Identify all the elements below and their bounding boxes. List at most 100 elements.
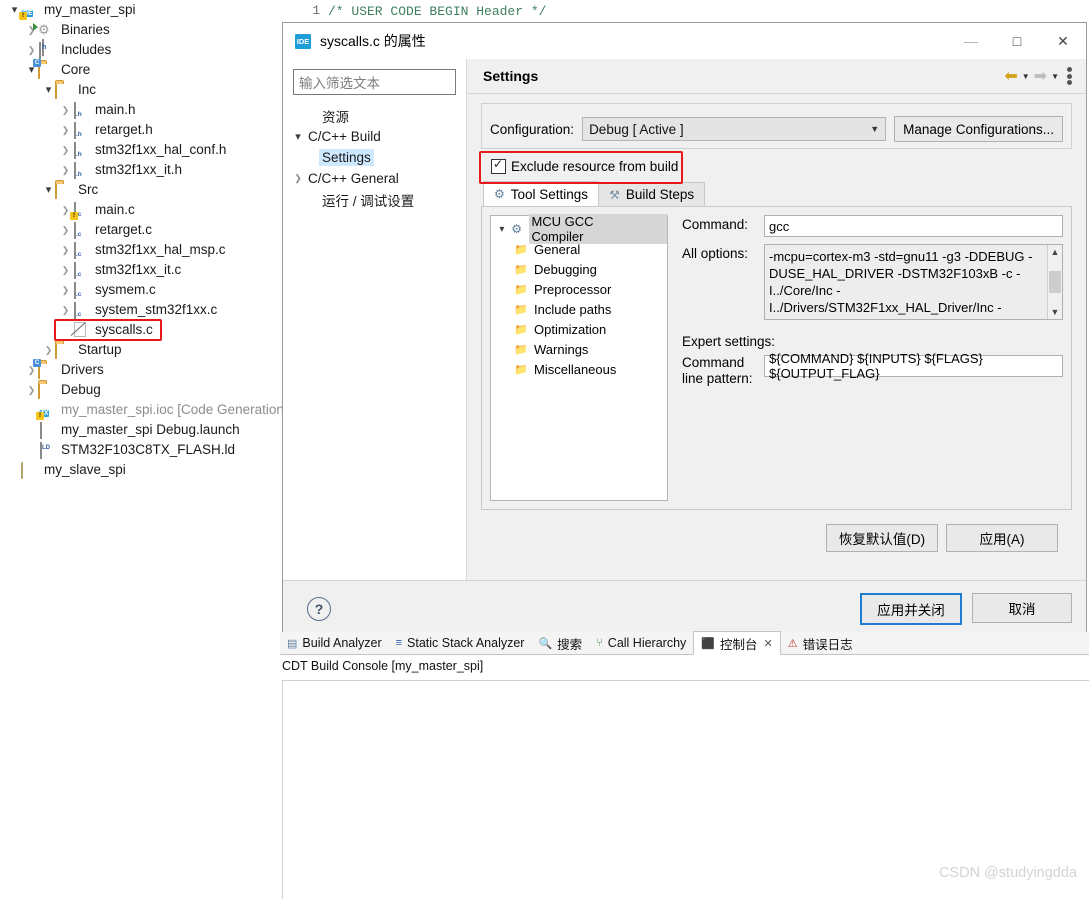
tree-item-stm32f1xx_hal_msp.c[interactable]: .c stm32f1xx_hal_msp.c (0, 240, 280, 260)
tool-tree[interactable]: ▾ ⚙ MCU GCC Compiler 📁 General 📁 Debugging 📁 Pre… (490, 214, 668, 501)
all-options-textarea[interactable]: -mcpu=cortex-m3 -std=gnu11 -g3 -DDEBUG -… (764, 244, 1063, 320)
nav-item-list[interactable]: 资源 ▾ C/C++ Build Settings ❯ C/C++ General 运行 /… (283, 105, 466, 210)
tree-item-retarget.h[interactable]: .h retarget.h (0, 120, 280, 140)
chevron-right-icon[interactable] (59, 300, 72, 320)
tree-item-label: my_master_spi.ioc [Code Generation is (61, 402, 298, 417)
forward-dropdown-caret-icon[interactable]: ▼ (1051, 72, 1059, 81)
tree-item-label: stm32f1xx_hal_conf.h (95, 142, 227, 157)
tree-item-syscalls.c[interactable]: syscalls.c (0, 320, 280, 340)
apply-and-close-button[interactable]: 应用并关闭 (860, 592, 962, 625)
nav-item--[interactable]: 资源 (283, 105, 466, 126)
tool-tree-item-mcu-gcc-compiler[interactable]: ▾ ⚙ MCU GCC Compiler (491, 214, 667, 244)
all-options-row: All options: -mcpu=cortex-m3 -std=gnu11 … (682, 244, 1063, 320)
tree-item-includes[interactable]: Includes (0, 40, 280, 60)
chevron-down-icon[interactable]: ▾ (291, 130, 305, 143)
chevron-right-icon[interactable] (59, 120, 72, 140)
tree-item-stm32f1xx_hal_conf.h[interactable]: .h stm32f1xx_hal_conf.h (0, 140, 280, 160)
back-dropdown-caret-icon[interactable]: ▼ (1022, 72, 1030, 81)
tree-item-retarget.c[interactable]: .c retarget.c (0, 220, 280, 240)
configuration-select[interactable]: Debug [ Active ] ▼ (582, 117, 887, 141)
view-tab-控制台[interactable]: ⬛ 控制台 ✕ (693, 631, 781, 655)
chevron-right-icon[interactable] (59, 240, 72, 260)
help-icon[interactable]: ? (307, 596, 331, 621)
nav-item-settings[interactable]: Settings (283, 147, 466, 168)
window-controls: — □ ✕ (948, 23, 1086, 59)
tool-tree-item-include-paths[interactable]: 📁 Include paths (491, 299, 667, 319)
chevron-right-icon[interactable] (59, 100, 72, 120)
view-menu-icon[interactable] (1063, 67, 1076, 85)
chevron-down-icon[interactable]: ▾ (495, 224, 509, 235)
tool-tree-item-preprocessor[interactable]: 📁 Preprocessor (491, 279, 667, 299)
filter-input[interactable]: 输入筛选文本 (293, 69, 456, 95)
chevron-right-icon[interactable] (59, 280, 72, 300)
view-tab-bar[interactable]: ▤ Build Analyzer ≡ Static Stack Analyzer 🔍 搜索… (280, 631, 1089, 655)
tree-item-sysmem.c[interactable]: .c sysmem.c (0, 280, 280, 300)
nav-item-c/c++-general[interactable]: ❯ C/C++ General (283, 168, 466, 189)
tree-item-label: Includes (61, 42, 112, 57)
chevron-right-icon[interactable] (59, 160, 72, 180)
tool-tree-item-miscellaneous[interactable]: 📁 Miscellaneous (491, 359, 667, 379)
tree-item-binaries[interactable]: Binaries (0, 20, 280, 40)
nav-item--/-[interactable]: 运行 / 调试设置 (283, 189, 466, 210)
chevron-right-icon[interactable] (25, 380, 38, 400)
scroll-up-icon[interactable]: ▲ (1048, 245, 1062, 259)
exclude-resource-checkbox[interactable] (491, 157, 506, 174)
tree-item-icon: .h (72, 161, 90, 179)
tree-item-main.c[interactable]: .c! main.c (0, 200, 280, 220)
tree-item-main.h[interactable]: .h main.h (0, 100, 280, 120)
chevron-right-icon[interactable]: ❯ (291, 173, 305, 184)
cancel-button[interactable]: 取消 (972, 592, 1072, 623)
apply-button[interactable]: 应用(A) (946, 524, 1058, 552)
scroll-down-icon[interactable]: ▼ (1048, 305, 1062, 319)
command-line-pattern-input[interactable]: ${COMMAND} ${INPUTS} ${FLAGS} ${OUTPUT_F… (764, 351, 1063, 381)
forward-arrow-icon[interactable]: ➡ (1034, 66, 1047, 86)
settings-tabs[interactable]: ⚙ Tool Settings ⚒ Build Steps (483, 181, 1072, 206)
tree-item-stm32f1xx_it.c[interactable]: .c stm32f1xx_it.c (0, 260, 280, 280)
project-explorer-tree[interactable]: IDE! my_master_spi Binaries Includes Core Inc… (0, 0, 297, 899)
tool-tree-item-debugging[interactable]: 📁 Debugging (491, 259, 667, 279)
chevron-right-icon[interactable] (59, 140, 72, 160)
tool-tree-item-optimization[interactable]: 📁 Optimization (491, 319, 667, 339)
chevron-down-icon[interactable] (42, 180, 55, 200)
tree-item-stm32f103c8tx_flash.ld[interactable]: STM32F103C8TX_FLASH.ld (0, 440, 280, 460)
chevron-right-icon[interactable] (42, 340, 55, 360)
close-icon[interactable]: ✕ (764, 637, 773, 650)
view-tab-build-analyzer[interactable]: ▤ Build Analyzer (280, 633, 389, 654)
tree-item-core[interactable]: Core (0, 60, 280, 80)
chevron-right-icon[interactable] (59, 260, 72, 280)
tab-build-steps[interactable]: ⚒ Build Steps (598, 182, 706, 206)
view-tab-call-hierarchy[interactable]: ⑂ Call Hierarchy (589, 633, 693, 654)
view-tab-label: 控制台 (720, 637, 758, 652)
view-tab-static-stack-analyzer[interactable]: ≡ Static Stack Analyzer (389, 633, 532, 654)
command-input[interactable]: gcc (764, 215, 1063, 237)
view-tab-错误日志[interactable]: ⚠ 错误日志 (781, 633, 860, 654)
chevron-right-icon[interactable] (25, 40, 38, 60)
tree-item-icon (38, 381, 56, 399)
back-arrow-icon[interactable]: ⬅ (1004, 66, 1017, 86)
chevron-right-icon[interactable] (59, 220, 72, 240)
scrollbar-thumb[interactable] (1049, 271, 1061, 293)
manage-configurations-button[interactable]: Manage Configurations... (894, 116, 1063, 142)
tree-item-my_master_spi.ioc-code-generation-is[interactable]: MX! my_master_spi.ioc [Code Generation is (0, 400, 297, 420)
nav-item-c/c++-build[interactable]: ▾ C/C++ Build (283, 126, 466, 147)
tree-item-drivers[interactable]: Drivers (0, 360, 280, 380)
tab-tool-settings[interactable]: ⚙ Tool Settings (483, 181, 600, 206)
tree-item-debug[interactable]: Debug (0, 380, 280, 400)
tree-item-my_master_spi[interactable]: IDE! my_master_spi (0, 0, 280, 20)
chevron-down-icon[interactable] (42, 80, 55, 100)
close-button[interactable]: ✕ (1040, 23, 1086, 59)
restore-defaults-button[interactable]: 恢复默认值(D) (826, 524, 938, 552)
tree-item-src[interactable]: Src (0, 180, 280, 200)
tree-item-inc[interactable]: Inc (0, 80, 280, 100)
tree-item-startup[interactable]: Startup (0, 340, 280, 360)
tree-item-my_master_spi-debug.launch[interactable]: my_master_spi Debug.launch (0, 420, 280, 440)
tool-tree-item-warnings[interactable]: 📁 Warnings (491, 339, 667, 359)
tree-item-system_stm32f1xx.c[interactable]: .c system_stm32f1xx.c (0, 300, 280, 320)
tree-item-stm32f1xx_it.h[interactable]: .h stm32f1xx_it.h (0, 160, 280, 180)
tree-item-my_slave_spi[interactable]: my_slave_spi (0, 460, 280, 480)
exclude-resource-row[interactable]: Exclude resource from build (481, 149, 1072, 182)
view-tab-搜索[interactable]: 🔍 搜索 (531, 633, 589, 654)
all-options-scrollbar[interactable]: ▲ ▼ (1047, 245, 1062, 319)
maximize-button[interactable]: □ (994, 23, 1040, 59)
minimize-button[interactable]: — (948, 23, 994, 59)
